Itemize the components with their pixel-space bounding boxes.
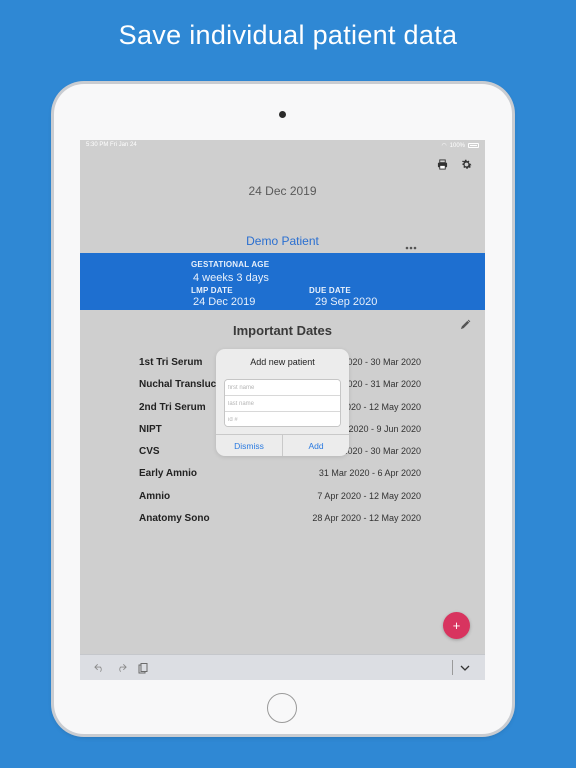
battery-percent: 100%: [449, 142, 465, 149]
date-row[interactable]: Early Amnio 31 Mar 2020 - 6 Apr 2020: [139, 466, 421, 488]
first-name-input[interactable]: [225, 380, 340, 396]
clipboard-icon[interactable]: [136, 661, 150, 675]
headline: Save individual patient data: [118, 20, 458, 50]
patient-summary-band: GESTATIONAL AGE 4 weeks 3 days LMP DATE …: [80, 253, 485, 310]
date-row-name: Amnio: [139, 490, 171, 502]
date-row-range: 2020 - 12 May 2020: [340, 401, 421, 412]
undo-icon[interactable]: [92, 661, 106, 675]
dialog-actions: Dismiss Add: [216, 434, 349, 456]
app-screen: 5:30 PM Fri Jan 24 ◠ 100% 24 Dec 2019 De…: [80, 140, 485, 680]
date-row-range: 28 Apr 2020 - 12 May 2020: [312, 513, 421, 524]
patient-row: Demo Patient: [80, 234, 485, 252]
ipad-frame: 5:30 PM Fri Jan 24 ◠ 100% 24 Dec 2019 De…: [54, 84, 512, 734]
important-dates-title: Important Dates: [233, 323, 332, 338]
due-date-value: 29 Sep 2020: [315, 296, 378, 308]
date-row-range: 7 Apr 2020 - 12 May 2020: [317, 490, 421, 501]
date-row-name: NIPT: [139, 423, 162, 435]
due-date-label: DUE DATE: [309, 286, 351, 295]
last-name-input[interactable]: [225, 396, 340, 412]
lmp-date-label: LMP DATE: [191, 286, 233, 295]
pencil-icon[interactable]: [460, 317, 471, 335]
home-button[interactable]: [267, 693, 297, 723]
redo-icon[interactable]: [114, 661, 128, 675]
selected-date-title[interactable]: 24 Dec 2019: [80, 184, 485, 198]
gestational-age-label: GESTATIONAL AGE: [191, 260, 270, 269]
chevron-down-icon[interactable]: [458, 661, 472, 675]
status-time: 5:30 PM Fri Jan 24: [86, 142, 137, 148]
add-button[interactable]: Add: [283, 435, 349, 456]
dismiss-button[interactable]: Dismiss: [216, 435, 283, 456]
date-row-range: 31 Mar 2020 - 6 Apr 2020: [318, 468, 421, 479]
date-row-name: Anatomy Sono: [139, 513, 210, 525]
date-row-name: 2nd Tri Serum: [139, 401, 206, 413]
date-row-range: 2020 - 31 Mar 2020: [342, 379, 421, 390]
date-row[interactable]: Amnio 7 Apr 2020 - 12 May 2020: [139, 489, 421, 511]
dialog-fields: [224, 379, 341, 427]
lmp-date-value: 24 Dec 2019: [193, 296, 256, 308]
add-fab-button[interactable]: +: [443, 612, 470, 639]
patient-name[interactable]: Demo Patient: [80, 234, 485, 248]
camera-dot: [279, 111, 286, 118]
date-row-name: Nuchal Transluce: [139, 379, 222, 391]
toolbar-divider: [452, 660, 453, 675]
printer-icon[interactable]: [435, 157, 449, 171]
id-input[interactable]: [225, 412, 340, 426]
status-bar: 5:30 PM Fri Jan 24 ◠ 100%: [80, 140, 485, 152]
date-row-name: CVS: [139, 446, 160, 458]
date-row[interactable]: Anatomy Sono 28 Apr 2020 - 12 May 2020: [139, 511, 421, 533]
date-row-name: Early Amnio: [139, 468, 197, 480]
add-patient-dialog: Add new patient Dismiss Add: [216, 349, 349, 456]
bottom-toolbar: [80, 654, 485, 680]
dialog-title: Add new patient: [250, 357, 315, 367]
date-row-range: 2020 - 30 Mar 2020: [342, 357, 421, 367]
gestational-age-value: 4 weeks 3 days: [193, 272, 269, 284]
date-row-range: 2020 - 9 Jun 2020: [348, 423, 421, 434]
battery-icon: [468, 143, 479, 148]
wifi-icon: ◠: [441, 143, 447, 149]
gear-icon[interactable]: [459, 157, 473, 171]
date-row-name: 1st Tri Serum: [139, 357, 203, 368]
